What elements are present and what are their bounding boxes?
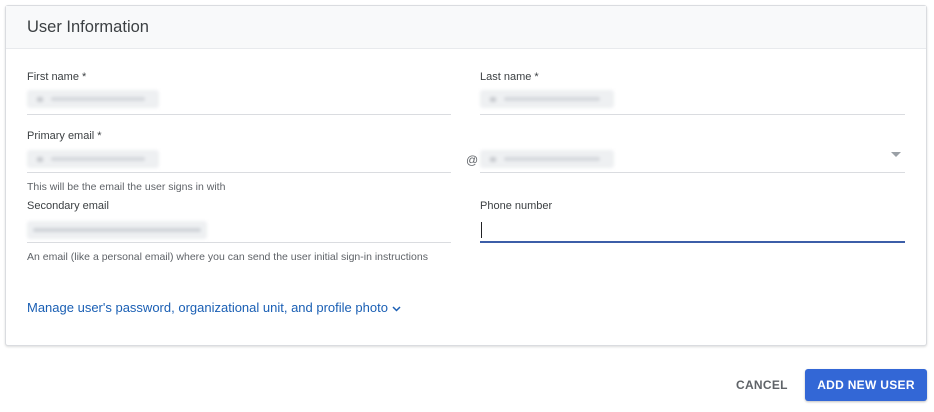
last-name-label: Last name *	[480, 71, 539, 83]
user-information-card: User Information	[5, 5, 927, 346]
primary-email-field[interactable]	[27, 172, 451, 173]
cancel-button[interactable]: CANCEL	[736, 378, 788, 392]
last-name-field[interactable]	[480, 114, 905, 115]
first-name-value-redacted[interactable]	[27, 90, 159, 108]
first-name-label: First name *	[27, 71, 87, 83]
text-cursor	[481, 222, 482, 238]
primary-email-value-redacted[interactable]	[27, 150, 159, 168]
card-title: User Information	[27, 17, 149, 36]
domain-select-value-redacted[interactable]	[480, 150, 614, 168]
manage-user-options-link[interactable]: Manage user's password, organizational u…	[27, 300, 401, 315]
chevron-down-icon[interactable]	[891, 152, 901, 157]
manage-user-options-text: Manage user's password, organizational u…	[27, 300, 388, 315]
domain-select[interactable]	[480, 172, 905, 173]
phone-number-label: Phone number	[480, 200, 553, 212]
chevron-down-icon	[392, 300, 401, 315]
secondary-email-value-redacted[interactable]	[27, 221, 207, 239]
secondary-email-field[interactable]	[27, 242, 451, 243]
phone-number-underline	[480, 241, 905, 243]
secondary-email-label: Secondary email	[27, 200, 109, 212]
at-sign: @	[466, 153, 479, 167]
primary-email-label: Primary email *	[27, 130, 102, 142]
card-header: User Information	[6, 6, 926, 49]
phone-number-input[interactable]	[482, 221, 902, 239]
add-new-user-button[interactable]: ADD NEW USER	[805, 369, 927, 401]
secondary-email-helper: An email (like a personal email) where y…	[27, 251, 428, 263]
last-name-value-redacted[interactable]	[480, 90, 614, 108]
first-name-field[interactable]	[27, 114, 451, 115]
primary-email-helper: This will be the email the user signs in…	[27, 181, 226, 193]
